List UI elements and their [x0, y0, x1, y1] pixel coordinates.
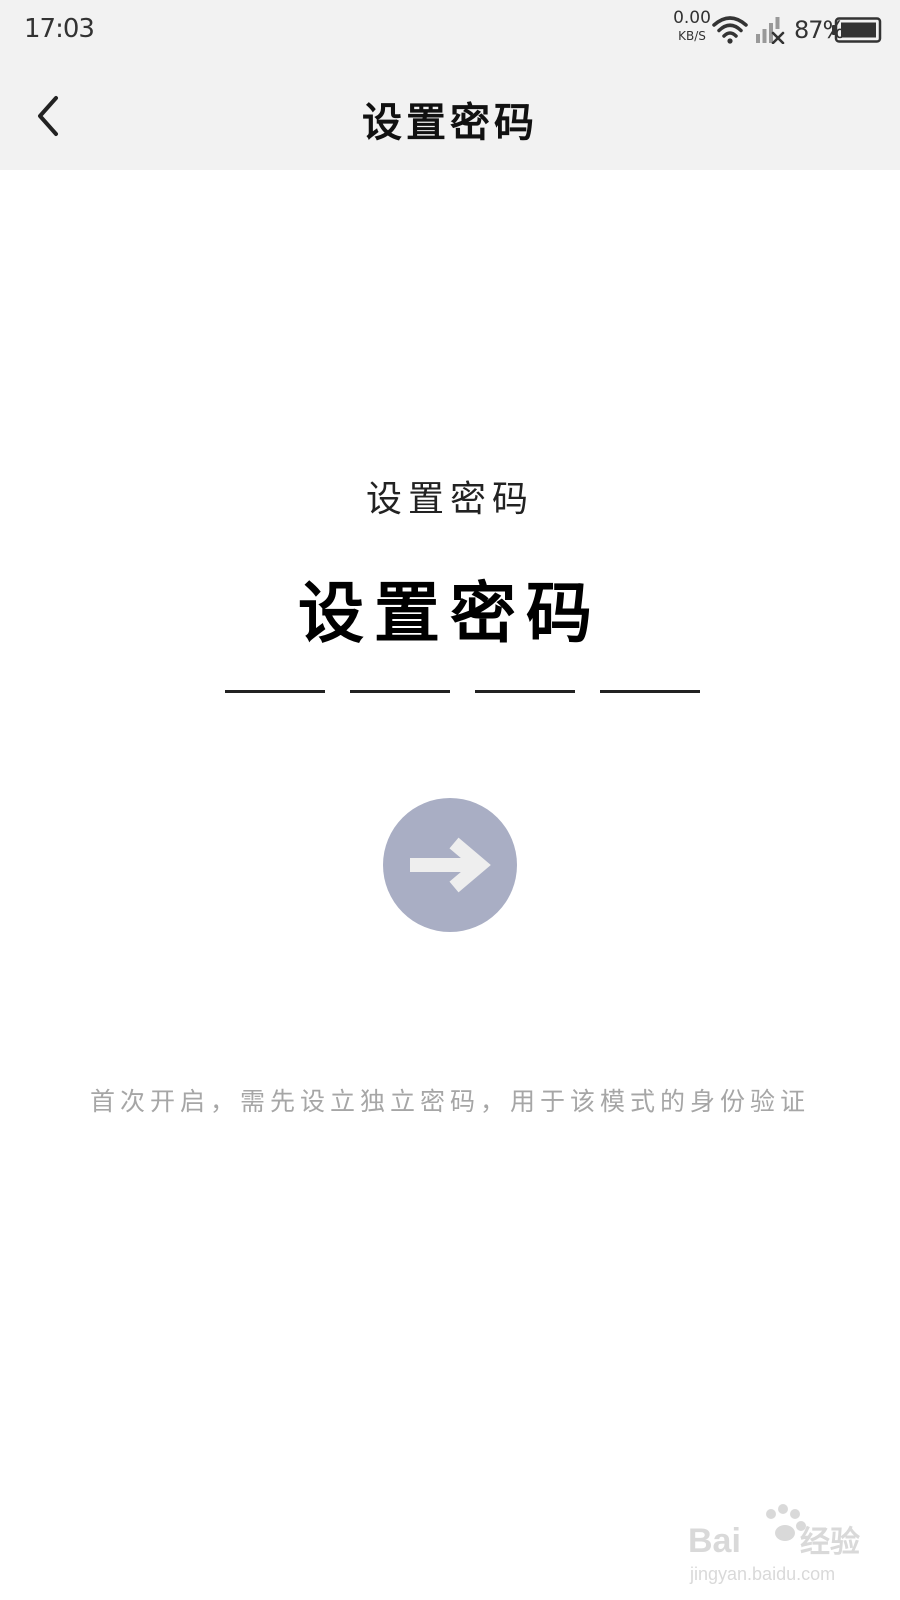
- arrow-right-icon: [410, 837, 491, 893]
- signal-icon: [756, 17, 785, 44]
- pin-digit-slot-2[interactable]: [350, 690, 450, 693]
- svg-text:经验: 经验: [800, 1525, 860, 1560]
- battery-icon: [832, 17, 882, 43]
- baidu-watermark: Bai 经验 jingyan.baidu.com: [688, 1500, 868, 1590]
- pin-digit-slot-4[interactable]: [600, 690, 700, 693]
- pin-digit-slot-3[interactable]: [475, 690, 575, 693]
- hint-text: 首次开启，需先设立独立密码，用于该模式的身份验证: [89, 1087, 810, 1116]
- network-speed-value: 0.00: [673, 8, 711, 28]
- wifi-icon: [712, 16, 748, 44]
- network-speed: 0.00 KB/S: [672, 8, 712, 43]
- status-bar: 17:03 0.00 KB/S 87%: [0, 0, 900, 62]
- main-title: 设置密码: [298, 575, 602, 652]
- pin-digit-slot-1[interactable]: [225, 690, 325, 693]
- svg-text:jingyan.baidu.com: jingyan.baidu.com: [689, 1564, 835, 1584]
- next-button[interactable]: [383, 798, 517, 932]
- nav-bar: 设置密码: [0, 62, 900, 170]
- svg-text:Bai: Bai: [688, 1522, 741, 1560]
- set-password-screen: 17:03 0.00 KB/S 87% 设置密码 设置密码 设置密码 首次开启，…: [0, 0, 900, 1600]
- pin-input[interactable]: [225, 690, 700, 696]
- status-time: 17:03: [24, 14, 95, 44]
- page-title: 设置密码: [362, 100, 538, 146]
- network-speed-unit: KB/S: [678, 29, 706, 43]
- subtitle: 设置密码: [365, 479, 534, 520]
- baidu-paw-logo-icon: Bai 经验 jingyan.baidu.com: [688, 1504, 860, 1584]
